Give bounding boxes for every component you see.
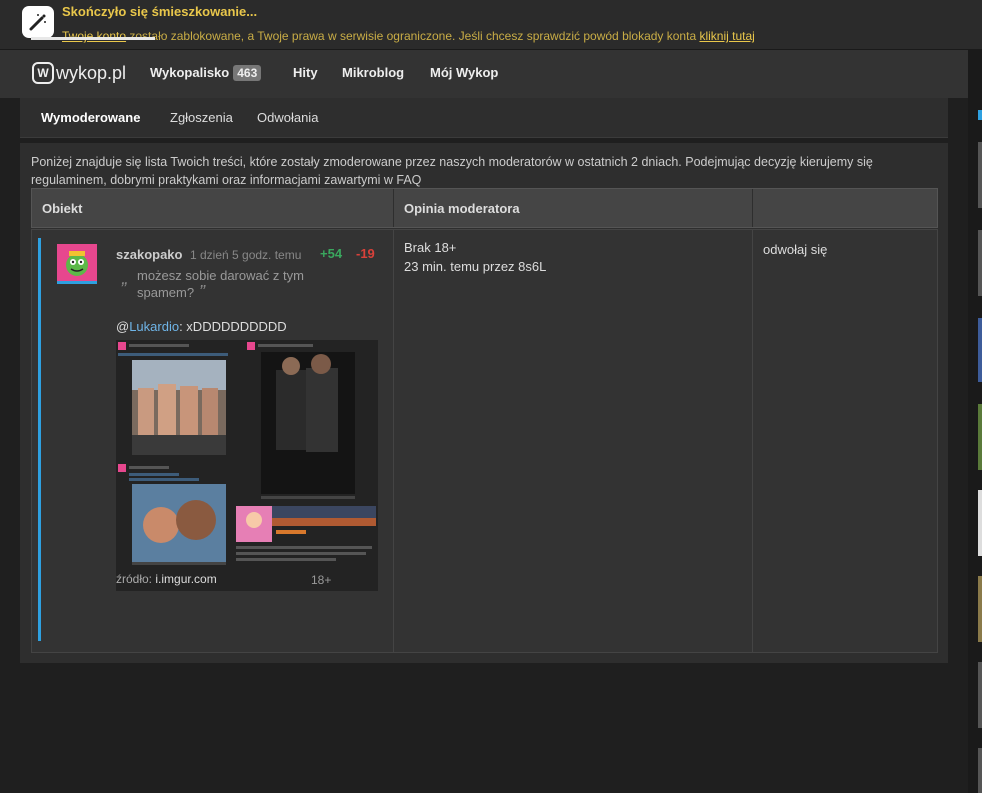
sidebar-thumb [978,230,982,296]
moderation-quote: możesz sobie darować z tym spamem? [137,268,304,300]
appeal-link[interactable]: odwołaj się [763,242,827,257]
column-divider [752,230,753,652]
header-object: Obiekt [42,201,83,216]
author-name[interactable]: szakopako [116,247,182,262]
source-label: źródło: [116,572,156,586]
sidebar-thumb [978,318,982,382]
column-divider [393,230,394,652]
nav-moj-wykop[interactable]: Mój Wykop [430,65,498,80]
mention-prefix: @ [116,319,130,334]
logo-text: wykop.pl [56,62,127,83]
wykop-logo-icon: W [32,62,54,84]
active-tab-indicator [31,37,155,40]
tab-odwolania[interactable]: Odwołania [257,110,318,125]
tab-wymoderowane[interactable]: Wymoderowane [41,110,140,125]
account-blocked-banner: Skończyło się śmieszkowanie... Twoje kon… [0,0,982,50]
sidebar-thumb [978,110,982,120]
post-time[interactable]: 1 dzień 5 godz. temu [190,248,301,262]
header-divider [393,189,394,227]
nsfw-badge: 18+ [311,573,332,587]
banner-message: Twoje konto zostało zablokowane, a Twoje… [62,29,755,43]
downvote-count[interactable]: -19 [356,246,375,261]
sidebar-thumb [978,748,982,793]
embedded-image[interactable] [116,340,378,591]
banner-title: Skończyło się śmieszkowanie... [62,4,258,19]
entry-accent-bar [38,238,41,641]
sidebar-thumb [978,576,982,642]
click-here-link[interactable]: kliknij tutaj [699,29,754,43]
magic-wand-icon [22,6,54,38]
entry-content: @Lukardio: xDDDDDDDDDD [116,319,287,334]
sidebar-thumb [978,662,982,728]
quote-close-icon: ” [199,282,205,302]
your-account-link[interactable]: Twoje konto [62,29,126,43]
source-domain-link[interactable]: i.imgur.com [155,572,216,586]
moderation-meta: 23 min. temu przez 8s6L [404,259,547,274]
sidebar-thumb [978,142,982,208]
mentioned-user-link[interactable]: Lukardio [129,319,179,334]
wykopalisko-count-badge: 463 [233,65,262,81]
table-header: Obiekt Opinia moderatora [31,188,938,228]
sidebar-thumb [978,404,982,470]
header-divider [752,189,753,227]
banner-message-text: zostało zablokowane, a Twoje prawa w ser… [126,29,700,43]
nav-wykopalisko[interactable]: Wykopalisko 463 [150,65,262,81]
upvote-count[interactable]: +54 [320,246,342,261]
tab-zgloszenia[interactable]: Zgłoszenia [170,110,233,125]
quote-open-icon: „ [122,268,128,288]
nav-hity[interactable]: Hity [293,65,318,80]
nav-mikroblog[interactable]: Mikroblog [342,65,404,80]
nav-wykopalisko-label: Wykopalisko [150,65,230,80]
avatar[interactable] [57,244,97,284]
top-navigation: W wykop.pl Wykopalisko 463 Hity Mikroblog… [0,50,968,98]
moderation-tabs-bar [20,98,948,138]
moderation-reason: Brak 18+ [404,240,457,255]
sidebar-thumb [978,490,982,556]
image-source: źródło: i.imgur.com [116,572,217,586]
header-moderator-opinion: Opinia moderatora [404,201,520,216]
entry-text: : xDDDDDDDDDD [179,319,287,334]
intro-text: Poniżej znajduje się lista Twoich treści… [31,155,873,187]
wykop-logo[interactable]: W wykop.pl [32,62,126,84]
